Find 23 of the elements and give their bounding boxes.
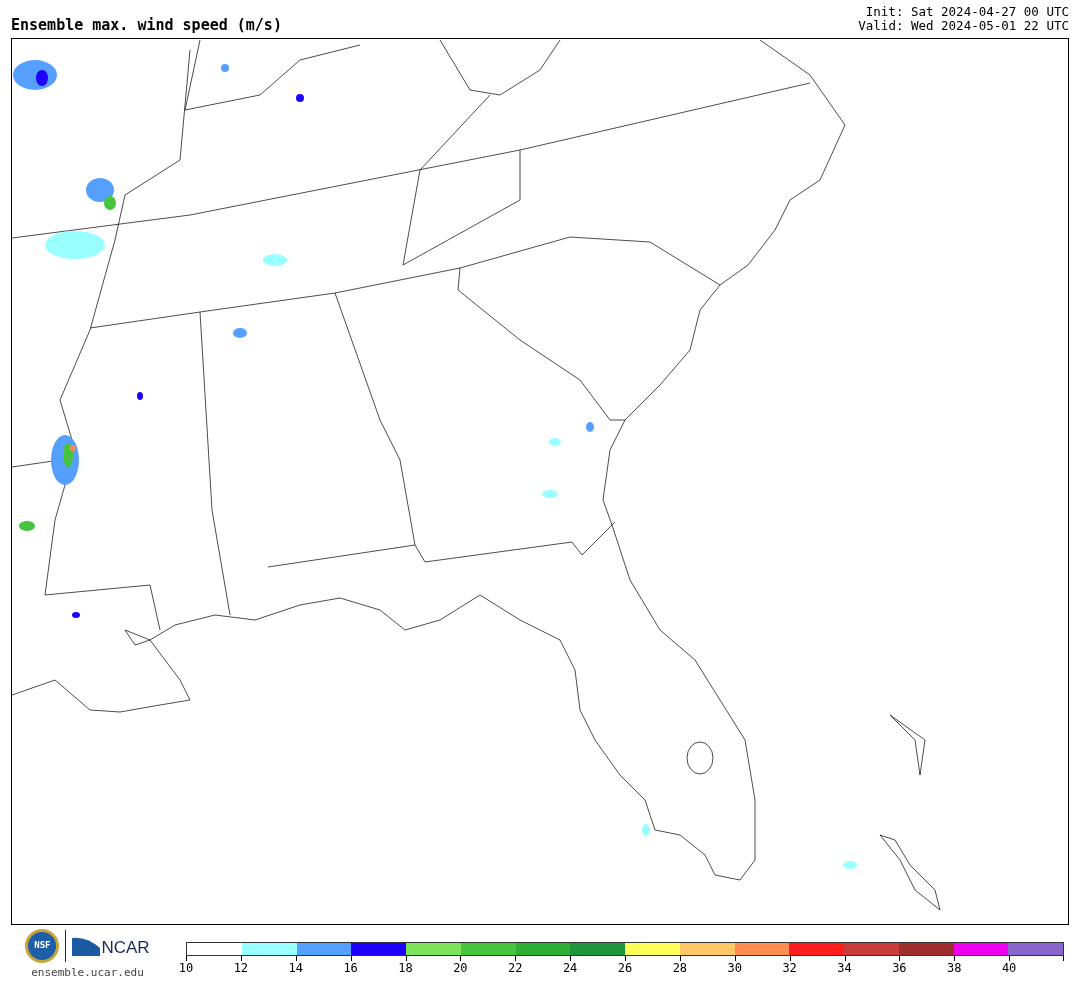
- tick-label: 30: [727, 962, 742, 974]
- nsf-logo: NSF: [25, 929, 60, 963]
- map-title: Ensemble max. wind speed (m/s): [11, 18, 282, 33]
- ncar-logo: NCAR: [72, 936, 150, 956]
- tick-label: 28: [672, 962, 688, 974]
- tick-label: 34: [837, 962, 852, 974]
- valid-time: Valid: Wed 2024-05-01 22 UTC: [858, 19, 1069, 33]
- swoosh-icon: [72, 936, 101, 956]
- site-url: ensemble.ucar.edu: [31, 965, 144, 981]
- tick-label: 20: [453, 962, 468, 974]
- tick-label: 14: [288, 962, 303, 974]
- tick-label: 32: [782, 962, 797, 974]
- tick-label: 38: [947, 962, 962, 974]
- init-time: Init: Sat 2024-04-27 00 UTC: [865, 5, 1069, 19]
- tick-label: 24: [562, 962, 578, 974]
- tick-label: 12: [233, 962, 249, 974]
- tick-label: 10: [178, 962, 194, 974]
- tick-label: 36: [892, 962, 907, 974]
- tick-label: 26: [617, 962, 633, 974]
- tick-label: 40: [1001, 962, 1017, 974]
- tick-label: 16: [343, 962, 358, 974]
- tick-label: 18: [398, 962, 413, 974]
- tick-label: 22: [508, 962, 523, 974]
